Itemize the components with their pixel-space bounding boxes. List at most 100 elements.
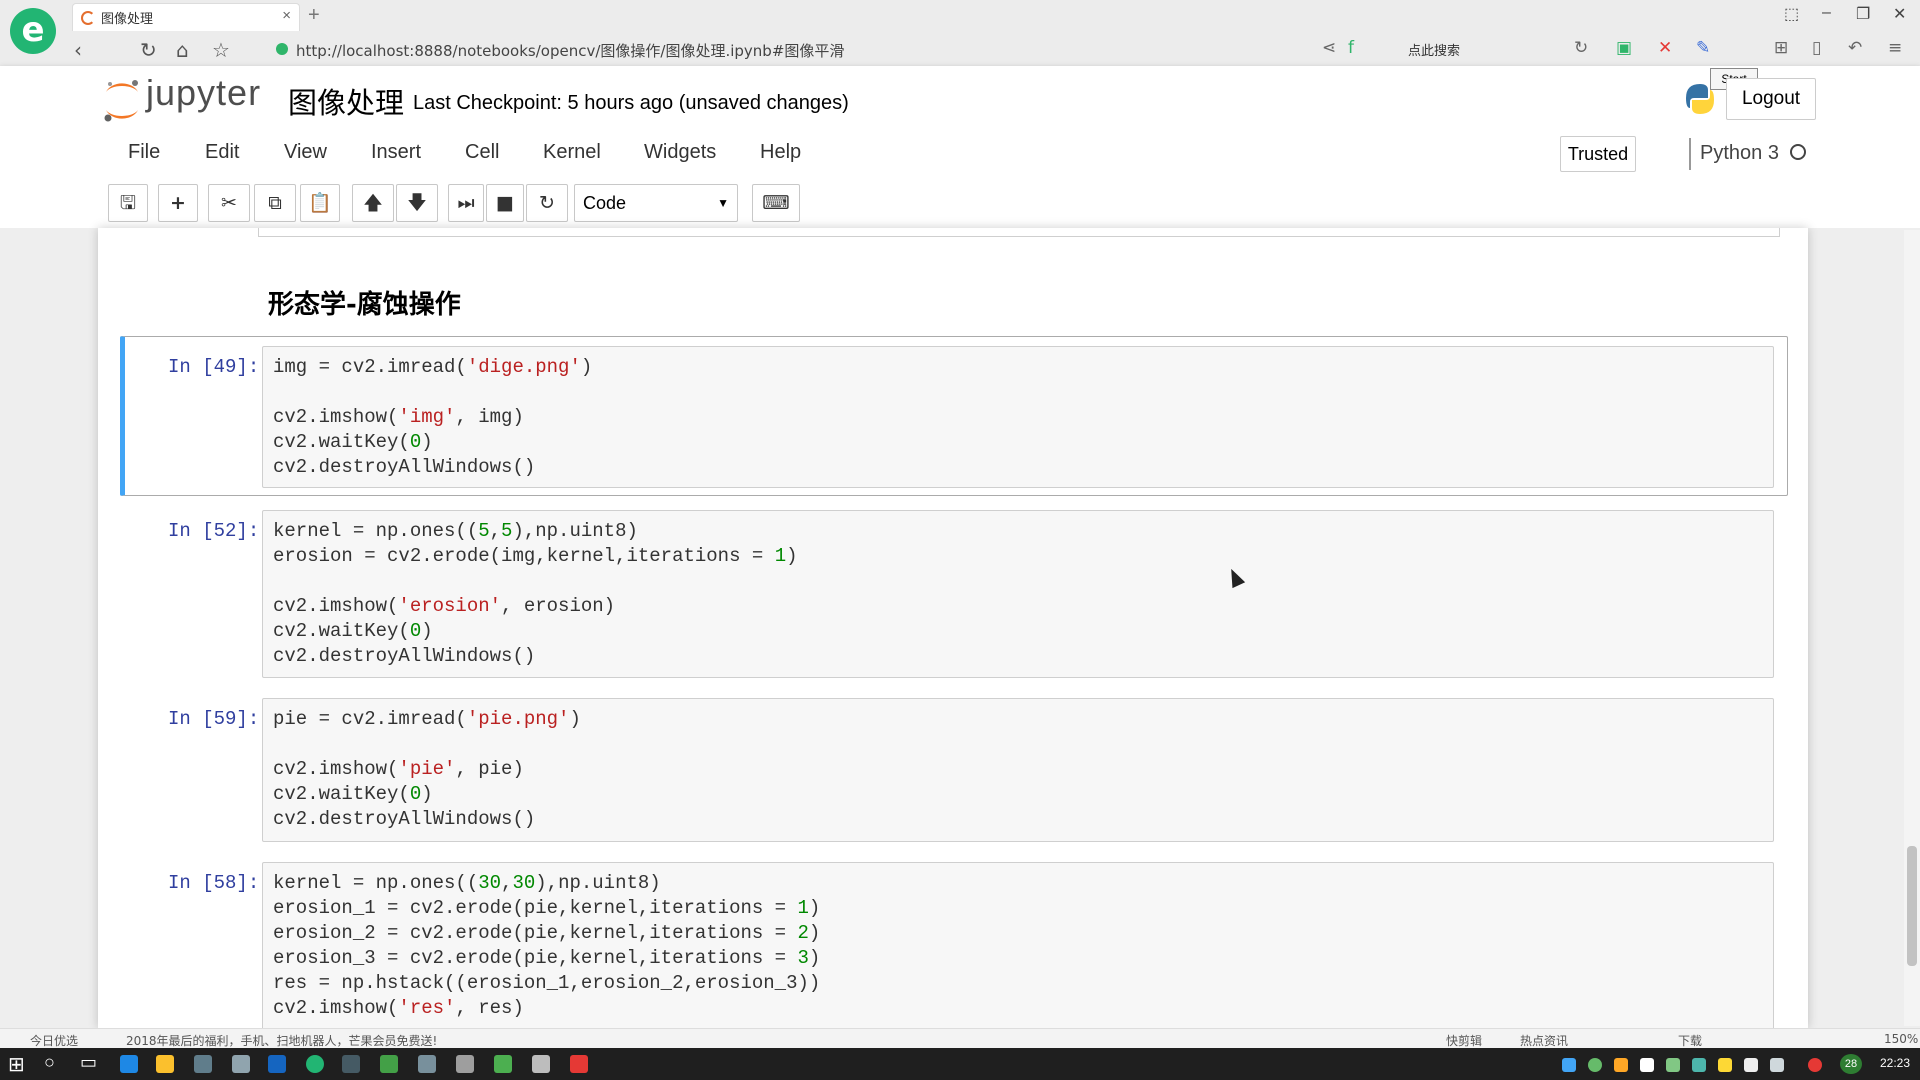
status-item-news[interactable]: 热点资讯 [1520, 1032, 1568, 1049]
jupyter-logo-icon[interactable] [102, 78, 142, 124]
tray-icon[interactable] [1692, 1058, 1706, 1072]
back-icon[interactable]: ‹ [74, 38, 82, 62]
store-icon[interactable] [194, 1055, 212, 1073]
extension-icon[interactable]: ▣ [1616, 38, 1632, 58]
folder-icon[interactable] [418, 1055, 436, 1073]
paste-icon[interactable]: 📋 [300, 184, 340, 222]
clock[interactable]: 22:23 [1880, 1056, 1910, 1070]
trusted-indicator[interactable]: Trusted [1560, 136, 1636, 172]
jupyter-logo-text[interactable]: jupyter [146, 72, 261, 114]
new-tab-button[interactable]: + [308, 4, 320, 27]
code-text: kernel = np.ones((30,30),np.uint8) erosi… [273, 872, 821, 1019]
menu-file[interactable]: File [128, 141, 160, 164]
blocker-icon[interactable]: ✕ [1658, 38, 1672, 58]
search-icon[interactable]: ○ [44, 1052, 55, 1073]
app-icon[interactable] [268, 1055, 286, 1073]
cut-icon[interactable]: ✂ [208, 184, 250, 222]
restart-icon[interactable]: ↻ [526, 184, 568, 222]
mail-icon[interactable] [232, 1055, 250, 1073]
code-text: kernel = np.ones((5,5),np.uint8) erosion… [273, 520, 798, 667]
save-icon[interactable]: 🖫 [108, 184, 148, 222]
menu-cell[interactable]: Cell [465, 141, 499, 164]
excel-icon[interactable] [380, 1055, 398, 1073]
antivirus-icon[interactable] [1808, 1058, 1822, 1072]
copy-icon[interactable]: ⧉ [254, 184, 296, 222]
zoom-level[interactable]: 150% [1884, 1032, 1918, 1046]
move-up-icon[interactable]: 🡅 [352, 184, 394, 222]
network-icon[interactable] [1744, 1058, 1758, 1072]
menu-help[interactable]: Help [760, 141, 801, 164]
page-scrollbar[interactable] [1904, 230, 1920, 1026]
search-input[interactable]: 点此搜索 [1408, 40, 1460, 59]
logout-button[interactable]: Logout [1726, 78, 1816, 120]
status-news[interactable]: 2018年最后的福利，手机、扫地机器人，芒果会员免费送! [126, 1032, 437, 1049]
search-refresh-icon[interactable]: ↻ [1574, 38, 1588, 58]
run-icon[interactable]: ⏭ [448, 184, 484, 222]
browser-taskbar-icon[interactable] [306, 1055, 324, 1073]
notes-icon[interactable] [532, 1055, 550, 1073]
move-down-icon[interactable]: 🡇 [396, 184, 438, 222]
markdown-heading[interactable]: 形态学-腐蚀操作 [268, 284, 461, 321]
share-icon[interactable]: ⋖ [1322, 38, 1336, 58]
tray-icon[interactable] [1718, 1058, 1732, 1072]
menu-edit[interactable]: Edit [205, 141, 239, 164]
refresh-icon[interactable]: ↻ [140, 38, 157, 62]
maximize-button[interactable]: ❐ [1856, 4, 1870, 24]
browser-logo-icon[interactable]: e [10, 8, 56, 54]
terminal-icon[interactable] [342, 1055, 360, 1073]
cell-prompt: In [58]: [168, 872, 260, 894]
windows-start-icon[interactable]: ⊞ [8, 1052, 25, 1077]
cell-type-select[interactable]: Code ▼ [574, 184, 738, 222]
tray-icon[interactable] [1640, 1058, 1654, 1072]
pin-icon[interactable]: ⬚ [1784, 4, 1799, 24]
menu-view[interactable]: View [284, 141, 327, 164]
taskbar: ⊞ ○ ▭ 28 22:23 [0, 1048, 1920, 1080]
translate-icon[interactable]: ✎ [1696, 38, 1710, 58]
notebook-name[interactable]: 图像处理 [288, 80, 404, 122]
kernel-separator [1689, 138, 1691, 170]
menu-insert[interactable]: Insert [371, 141, 421, 164]
code-cell-58[interactable]: kernel = np.ones((30,30),np.uint8) erosi… [262, 862, 1774, 1028]
reader-icon[interactable]: ▯ [1812, 38, 1821, 58]
tray-icon[interactable] [1614, 1058, 1628, 1072]
code-cell-52[interactable]: kernel = np.ones((5,5),np.uint8) erosion… [262, 510, 1774, 678]
browser-status-bar: 今日优选 2018年最后的福利，手机、扫地机器人，芒果会员免费送! 快剪辑 热点… [0, 1028, 1920, 1049]
kernel-name[interactable]: Python 3 [1700, 142, 1779, 165]
tool-icon[interactable] [456, 1055, 474, 1073]
menu-widgets[interactable]: Widgets [644, 141, 716, 164]
keyboard-icon[interactable]: ⌨ [752, 184, 800, 222]
address-bar[interactable]: http://localhost:8888/notebooks/opencv/图… [268, 36, 1368, 62]
edge-icon[interactable] [120, 1055, 138, 1073]
tray-icon[interactable] [1588, 1058, 1602, 1072]
home-icon[interactable]: ⌂ [176, 38, 189, 62]
cell-type-value: Code [583, 193, 627, 213]
feed-icon[interactable]: f [1348, 38, 1354, 58]
volume-icon[interactable] [1770, 1058, 1784, 1072]
file-explorer-icon[interactable] [156, 1055, 174, 1073]
tray-icon[interactable] [1666, 1058, 1680, 1072]
undo-icon[interactable]: ↶ [1848, 38, 1862, 58]
browser-menu-icon[interactable]: ≡ [1888, 38, 1902, 58]
minimize-button[interactable]: – [1822, 4, 1831, 22]
status-left-label[interactable]: 今日优选 [30, 1032, 78, 1049]
browser-tab[interactable]: 图像处理 × [72, 3, 300, 31]
status-item-clip[interactable]: 快剪辑 [1446, 1032, 1482, 1049]
tray-icon[interactable] [1562, 1058, 1576, 1072]
recorder-icon[interactable] [570, 1055, 588, 1073]
tab-close-icon[interactable]: × [282, 7, 291, 24]
wechat-icon[interactable] [494, 1055, 512, 1073]
code-cell-49[interactable]: img = cv2.imread('dige.png') cv2.imshow(… [262, 346, 1774, 488]
interrupt-icon[interactable]: ■ [486, 184, 524, 222]
task-view-icon[interactable]: ▭ [80, 1052, 97, 1073]
notification-badge[interactable]: 28 [1840, 1054, 1862, 1074]
status-item-download[interactable]: 下载 [1678, 1032, 1702, 1049]
code-cell-59[interactable]: pie = cv2.imread('pie.png') cv2.imshow('… [262, 698, 1774, 842]
notebook-container: 形态学-腐蚀操作 In [49]: img = cv2.imread('dige… [98, 228, 1808, 1028]
close-window-button[interactable]: ✕ [1893, 4, 1906, 24]
menu-kernel[interactable]: Kernel [543, 141, 601, 164]
insert-cell-icon[interactable]: + [158, 184, 198, 222]
favorite-star-icon[interactable]: ☆ [212, 38, 230, 62]
scrollbar-thumb[interactable] [1907, 846, 1917, 966]
previous-cell [258, 228, 1780, 237]
apps-icon[interactable]: ⊞ [1774, 38, 1788, 58]
